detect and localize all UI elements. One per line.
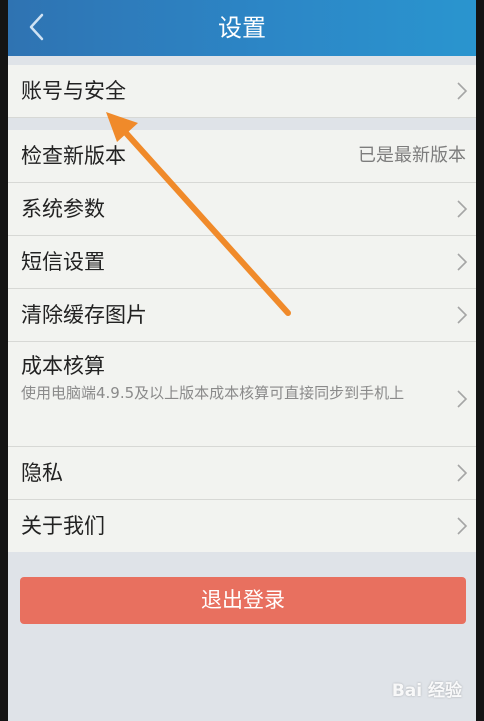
row-about-us[interactable]: 关于我们: [8, 500, 476, 552]
page-title: 设置: [218, 14, 266, 42]
row-account-security[interactable]: 账号与安全: [8, 65, 476, 118]
row-privacy[interactable]: 隐私: [8, 447, 476, 500]
row-system-params[interactable]: 系统参数: [8, 183, 476, 236]
row-sms-settings[interactable]: 短信设置: [8, 236, 476, 289]
about-us-label: 关于我们: [21, 514, 105, 538]
baidu-jingyan-watermark: Bai 经验: [391, 681, 462, 701]
row-clear-cache[interactable]: 清除缓存图片: [8, 289, 476, 342]
chevron-right-icon: [457, 390, 468, 408]
chevron-right-icon: [457, 253, 468, 271]
cost-accounting-label: 成本核算: [21, 354, 105, 378]
header-bar: 设置: [8, 0, 476, 56]
check-update-status: 已是最新版本: [358, 145, 466, 166]
screen-edge-right: [476, 0, 484, 721]
cost-accounting-description: 使用电脑端4.9.5及以上版本成本核算可直接同步到手机上: [21, 384, 405, 402]
sms-settings-label: 短信设置: [21, 250, 105, 274]
row-check-update[interactable]: 检查新版本 已是最新版本: [8, 130, 476, 183]
check-update-label: 检查新版本: [21, 144, 126, 168]
chevron-right-icon: [457, 82, 468, 100]
chevron-right-icon: [457, 200, 468, 218]
settings-screen: 设置 账号与安全 检查新版本 已是最新版本 系统参数 短信设置 清除缓存图片 成…: [8, 0, 476, 721]
system-params-label: 系统参数: [21, 197, 105, 221]
chevron-right-icon: [457, 306, 468, 324]
general-section: 检查新版本 已是最新版本 系统参数 短信设置 清除缓存图片 成本核算 使用电脑端…: [8, 130, 476, 552]
chevron-right-icon: [457, 517, 468, 535]
screen-edge-left: [0, 0, 8, 721]
account-security-label: 账号与安全: [21, 79, 126, 103]
back-arrow-icon[interactable]: [26, 12, 48, 42]
clear-cache-label: 清除缓存图片: [21, 303, 147, 327]
row-cost-accounting[interactable]: 成本核算 使用电脑端4.9.5及以上版本成本核算可直接同步到手机上: [8, 342, 476, 447]
logout-button[interactable]: 退出登录: [20, 577, 466, 624]
chevron-right-icon: [457, 464, 468, 482]
account-section: 账号与安全: [8, 65, 476, 118]
privacy-label: 隐私: [21, 461, 63, 485]
